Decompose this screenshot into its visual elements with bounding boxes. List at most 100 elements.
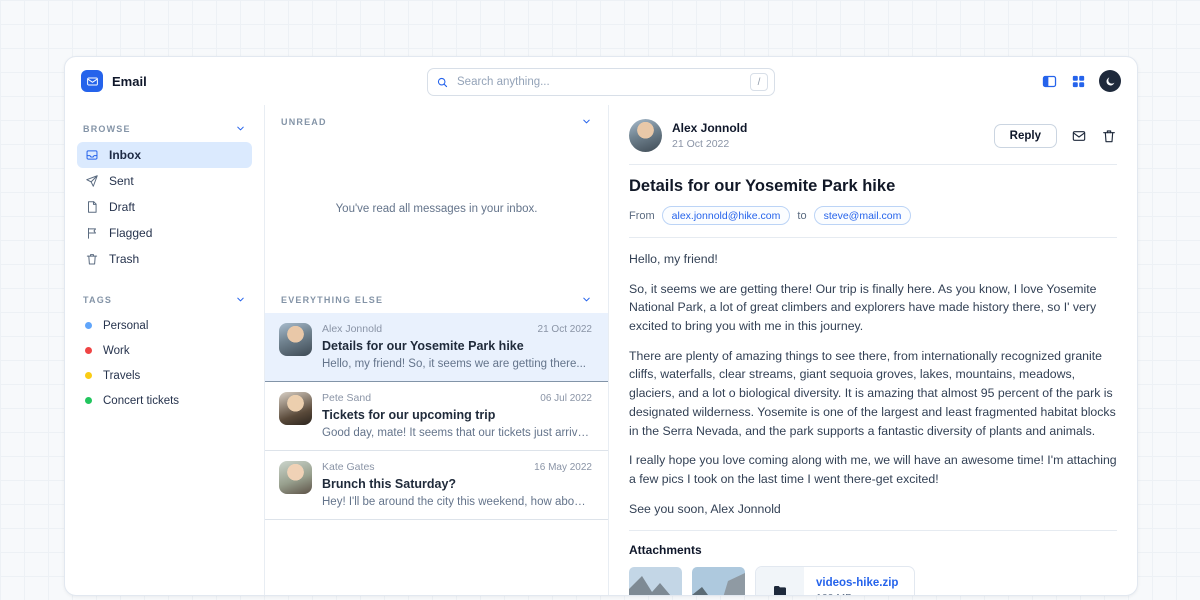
chevron-down-icon: [581, 294, 592, 305]
delete-button[interactable]: [1101, 128, 1117, 144]
chevron-down-icon: [235, 294, 246, 305]
attachment-image-2[interactable]: [692, 567, 745, 596]
inbox-icon: [85, 148, 99, 162]
to-address-chip[interactable]: steve@mail.com: [814, 206, 912, 225]
attachment-file-size: 100 MB: [816, 592, 898, 596]
everything-else-section-label: Everything Else: [281, 295, 383, 305]
message-list-item[interactable]: Alex Jonnold 21 Oct 2022 Details for our…: [265, 313, 608, 382]
message-subject: Tickets for our upcoming trip: [322, 408, 592, 422]
message-list: Unread You've read all messages in your …: [265, 105, 609, 595]
from-address-chip[interactable]: alex.jonnold@hike.com: [662, 206, 791, 225]
message-list-item[interactable]: Pete Sand 06 Jul 2022 Tickets for our up…: [265, 382, 608, 451]
tag-label: Work: [103, 345, 130, 357]
sidebar-item-draft[interactable]: Draft: [77, 194, 252, 220]
email-paragraph: See you soon, Alex Jonnold: [629, 500, 1117, 519]
sidebar-item-inbox[interactable]: Inbox: [77, 142, 252, 168]
tag-item-personal[interactable]: Personal: [77, 313, 252, 338]
app-title: Email: [112, 74, 147, 89]
email-paragraph: I really hope you love coming along with…: [629, 451, 1117, 488]
unread-empty-state: You've read all messages in your inbox.: [265, 135, 608, 283]
attachment-file-name[interactable]: videos-hike.zip: [816, 577, 898, 589]
attachment-image-1[interactable]: [629, 567, 682, 596]
from-label: From: [629, 210, 655, 222]
message-summary: Alex Jonnold 21 Oct 2022 Details for our…: [322, 323, 592, 370]
sidebar: Browse Inbox Sent Draft: [65, 105, 265, 595]
sidebar-item-label: Flagged: [109, 226, 152, 240]
app-main: Browse Inbox Sent Draft: [65, 105, 1137, 595]
tag-item-travels[interactable]: Travels: [77, 363, 252, 388]
detail-sender-name: Alex Jonnold: [672, 121, 747, 135]
grid-view-icon: [1070, 73, 1087, 90]
dark-mode-button[interactable]: [1099, 70, 1121, 92]
message-sender: Pete Sand: [322, 392, 371, 404]
sidebar-item-label: Inbox: [109, 148, 141, 162]
trash-icon: [85, 252, 99, 266]
message-preview: Hey! I'll be around the city this weeken…: [322, 496, 592, 508]
search-input[interactable]: [455, 75, 744, 89]
divider: [629, 237, 1117, 238]
message-date: 06 Jul 2022: [540, 393, 592, 404]
search-shortcut-badge: /: [750, 73, 768, 91]
unread-section-label: Unread: [281, 117, 327, 127]
unread-section-header[interactable]: Unread: [265, 105, 608, 135]
attachments-label: Attachments: [629, 543, 1117, 557]
trash-icon: [1101, 128, 1117, 144]
envelope-icon: [1071, 128, 1087, 144]
layout-toggle-button[interactable]: [1041, 73, 1058, 90]
sidebar-item-sent[interactable]: Sent: [77, 168, 252, 194]
reply-button[interactable]: Reply: [994, 124, 1057, 148]
email-logo-icon: [81, 70, 103, 92]
attachment-file-meta: videos-hike.zip 100 MB: [804, 577, 914, 596]
attachment-file-card[interactable]: videos-hike.zip 100 MB: [755, 566, 915, 596]
app-header: Email /: [65, 57, 1137, 105]
message-preview: Hello, my friend! So, it seems we are ge…: [322, 358, 592, 370]
message-subject: Details for our Yosemite Park hike: [322, 339, 592, 353]
message-summary: Kate Gates 16 May 2022 Brunch this Satur…: [322, 461, 592, 508]
dark-mode-moon-icon: [1105, 76, 1116, 87]
sidebar-item-label: Sent: [109, 174, 134, 188]
message-summary: Pete Sand 06 Jul 2022 Tickets for our up…: [322, 392, 592, 439]
tag-item-concert-tickets[interactable]: Concert tickets: [77, 388, 252, 413]
everything-else-section-header[interactable]: Everything Else: [265, 283, 608, 313]
layout-toggle-icon: [1041, 73, 1058, 90]
tag-label: Personal: [103, 320, 148, 332]
tag-color-dot: [85, 347, 92, 354]
divider: [629, 530, 1117, 531]
tag-color-dot: [85, 372, 92, 379]
sidebar-item-flagged[interactable]: Flagged: [77, 220, 252, 246]
search-box[interactable]: /: [427, 68, 775, 96]
email-paragraph: There are plenty of amazing things to se…: [629, 347, 1117, 440]
search-icon: [436, 76, 449, 89]
message-date: 21 Oct 2022: [538, 324, 592, 335]
draft-icon: [85, 200, 99, 214]
chevron-down-icon: [235, 123, 246, 134]
to-label: to: [797, 210, 806, 222]
folder-icon: [756, 567, 804, 596]
browse-section-header[interactable]: Browse: [77, 115, 252, 142]
avatar: [629, 119, 662, 152]
send-icon: [85, 174, 99, 188]
message-list-item[interactable]: Kate Gates 16 May 2022 Brunch this Satur…: [265, 451, 608, 520]
from-to-row: From alex.jonnold@hike.com to steve@mail…: [629, 206, 1117, 225]
mark-unread-button[interactable]: [1071, 128, 1087, 144]
tags-section-label: Tags: [83, 295, 112, 305]
sidebar-item-label: Draft: [109, 200, 135, 214]
message-subject: Brunch this Saturday?: [322, 477, 592, 491]
tag-item-work[interactable]: Work: [77, 338, 252, 363]
browse-section-label: Browse: [83, 124, 131, 134]
desktop-background: Email /: [0, 0, 1200, 600]
app-brand: Email: [81, 70, 147, 92]
flag-icon: [85, 226, 99, 240]
tag-color-dot: [85, 322, 92, 329]
tag-label: Travels: [103, 370, 140, 382]
tags-section-header[interactable]: Tags: [77, 286, 252, 313]
sidebar-item-label: Trash: [109, 252, 139, 266]
chevron-down-icon: [581, 116, 592, 127]
grid-view-button[interactable]: [1070, 73, 1087, 90]
detail-date: 21 Oct 2022: [672, 138, 747, 150]
attachments-row: videos-hike.zip 100 MB: [629, 566, 1117, 596]
message-date: 16 May 2022: [534, 462, 592, 473]
sidebar-item-trash[interactable]: Trash: [77, 246, 252, 272]
message-sender: Kate Gates: [322, 461, 375, 473]
avatar: [279, 392, 312, 425]
